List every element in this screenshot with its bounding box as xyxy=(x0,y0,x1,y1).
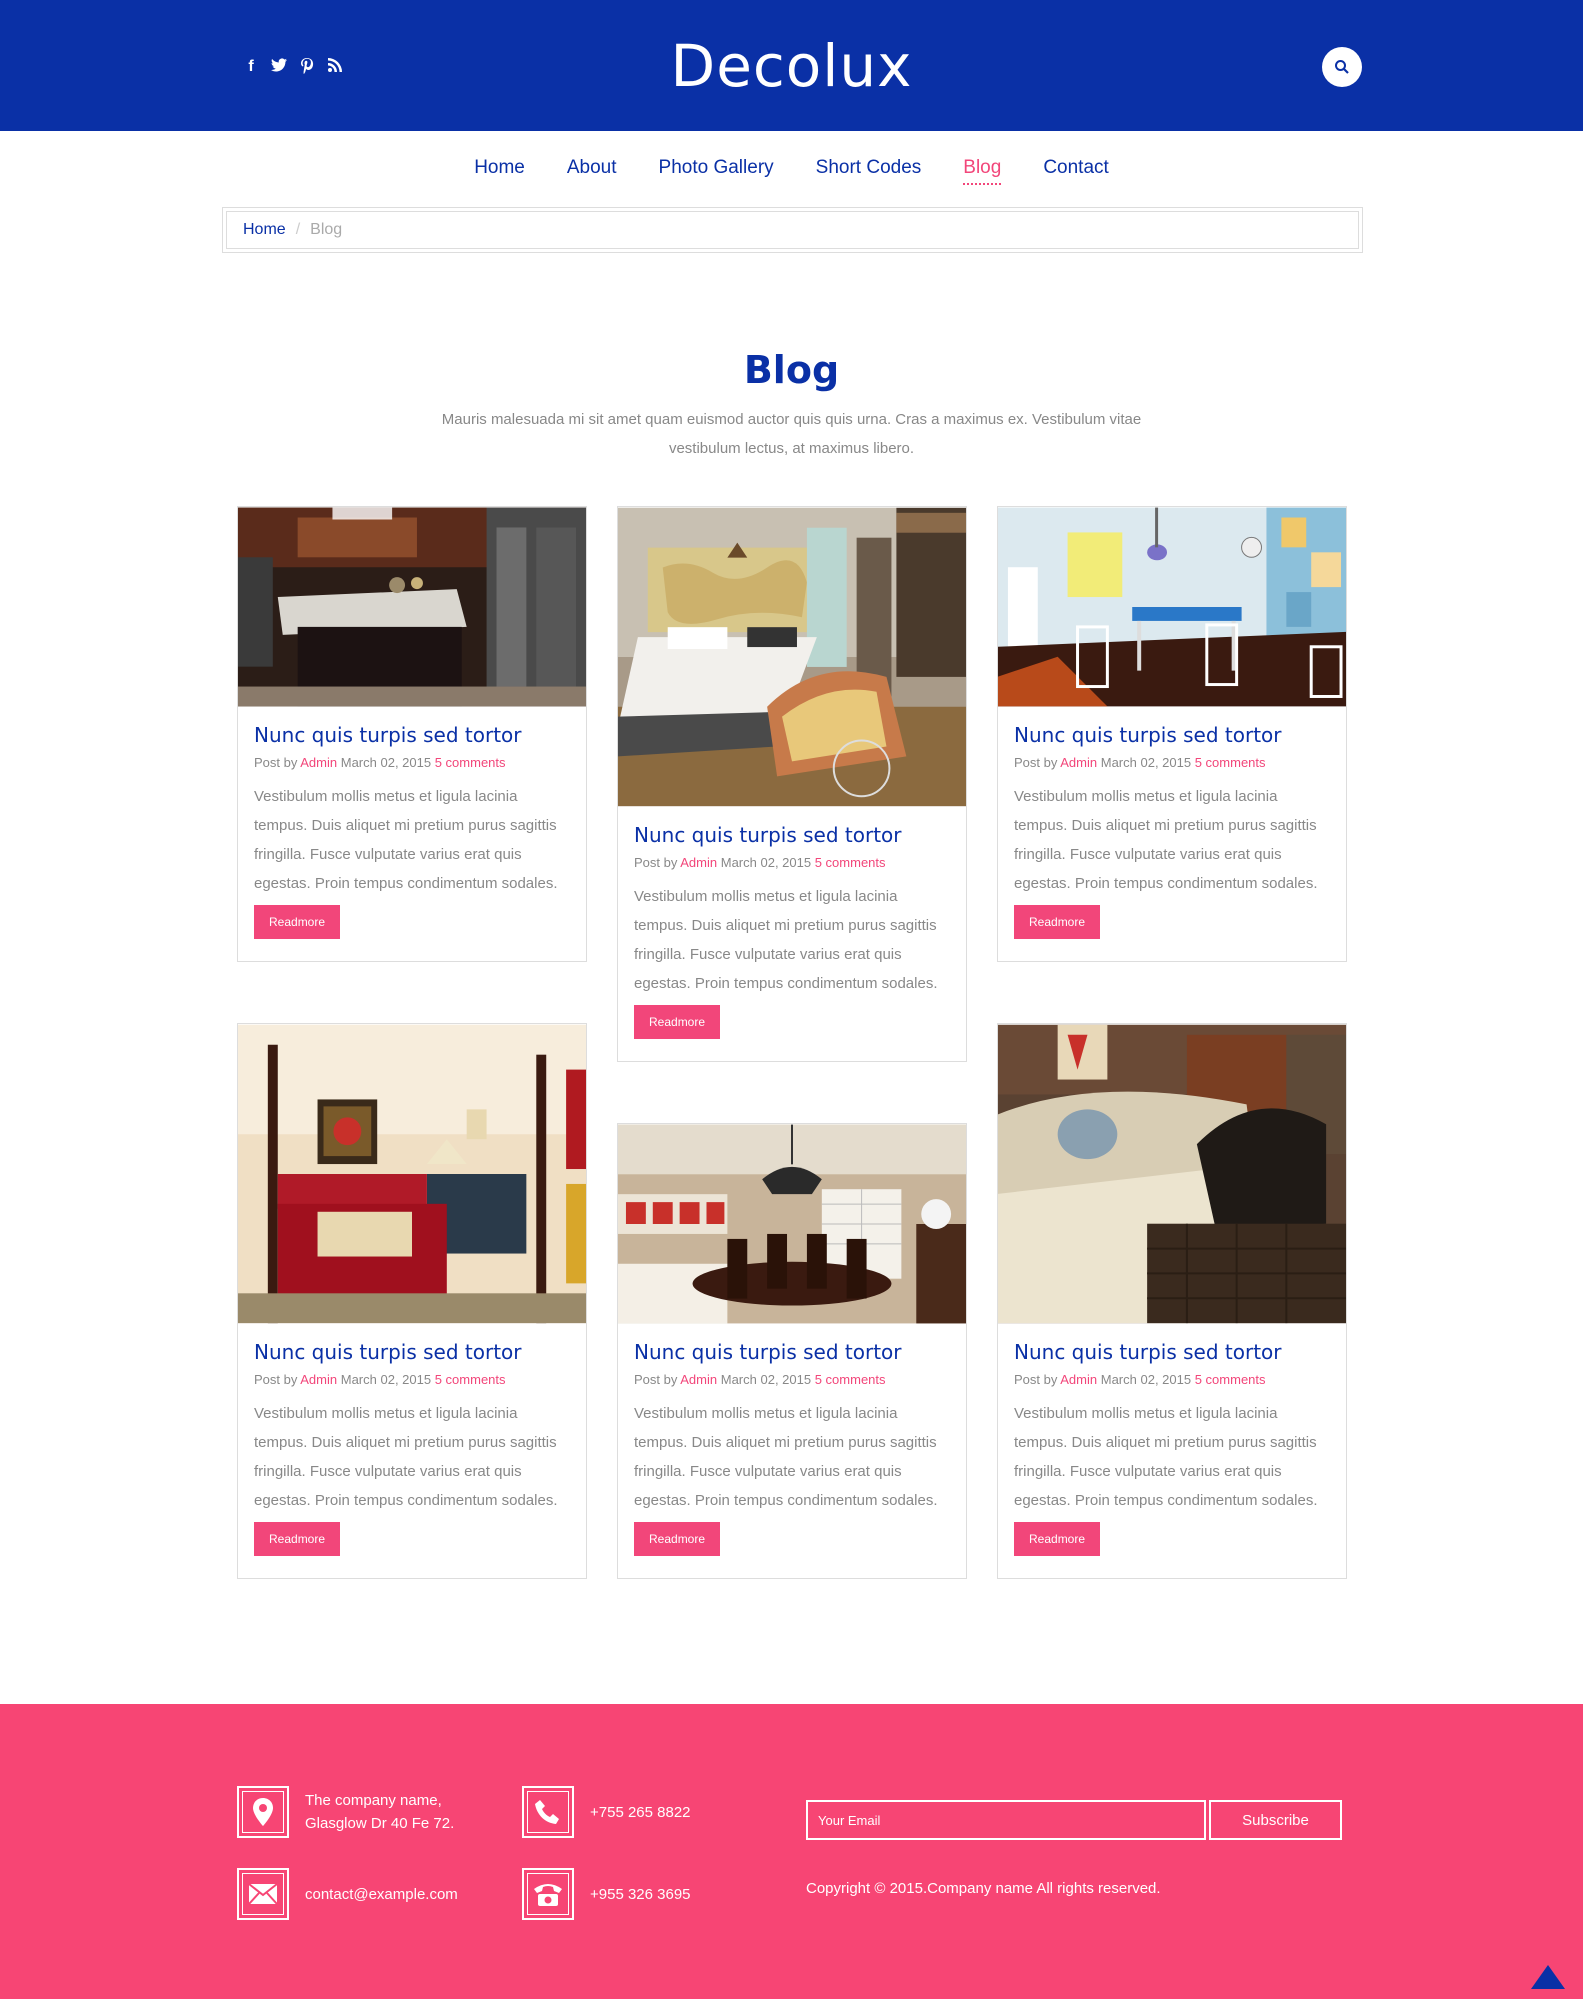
nav-photo-gallery[interactable]: Photo Gallery xyxy=(659,157,774,185)
blog-card: Nunc quis turpis sed tortor Post by Admi… xyxy=(617,506,967,1062)
search-button[interactable] xyxy=(1322,47,1362,87)
post-title[interactable]: Nunc quis turpis sed tortor xyxy=(634,1340,950,1364)
red-bedroom-photo xyxy=(238,1024,586,1324)
post-date: March 02, 2015 xyxy=(1100,1372,1192,1387)
page-subtitle: Mauris malesuada mi sit amet quam euismo… xyxy=(441,411,1142,457)
readmore-button[interactable]: Readmore xyxy=(1014,905,1101,939)
phone-1-text[interactable]: +755 265 8822 xyxy=(590,1801,691,1824)
footer-phone-2: +955 326 3695 xyxy=(522,1868,691,1920)
footer-phone-1: +755 265 8822 xyxy=(522,1786,691,1838)
post-comments[interactable]: 5 comments xyxy=(815,1372,886,1387)
post-meta: Post by Admin March 02, 2015 5 comments xyxy=(1014,755,1266,770)
post-meta: Post by Admin March 02, 2015 5 comments xyxy=(634,1372,886,1387)
readmore-button[interactable]: Readmore xyxy=(254,905,341,939)
newsletter-email-input[interactable]: Your Email xyxy=(806,1800,1206,1840)
post-date: March 02, 2015 xyxy=(340,755,432,770)
post-date: March 02, 2015 xyxy=(720,855,812,870)
telephone-icon xyxy=(522,1868,574,1920)
blog-card: Nunc quis turpis sed tortor Post by Admi… xyxy=(997,506,1347,962)
phone-2-text[interactable]: +955 326 3695 xyxy=(590,1883,691,1906)
readmore-button[interactable]: Readmore xyxy=(254,1522,341,1556)
post-date: March 02, 2015 xyxy=(1100,755,1192,770)
blog-card: Nunc quis turpis sed tortor Post by Admi… xyxy=(617,1123,967,1579)
nav-short-codes[interactable]: Short Codes xyxy=(816,157,922,185)
nav-contact[interactable]: Contact xyxy=(1043,157,1108,185)
post-comments[interactable]: 5 comments xyxy=(435,755,506,770)
nav-about[interactable]: About xyxy=(567,157,617,185)
main-nav: Home About Photo Gallery Short Codes Blo… xyxy=(0,157,1583,185)
dining-room-chandelier-photo xyxy=(618,1124,966,1324)
post-date: March 02, 2015 xyxy=(340,1372,432,1387)
breadcrumb: Home / Blog xyxy=(222,207,1363,253)
post-author[interactable]: Admin xyxy=(680,1372,717,1387)
top-header: f Decolux xyxy=(0,0,1583,131)
blog-card: Nunc quis turpis sed tortor Post by Admi… xyxy=(997,1023,1347,1579)
post-meta: Post by Admin March 02, 2015 5 comments xyxy=(634,855,886,870)
nav-home[interactable]: Home xyxy=(474,157,525,185)
post-title[interactable]: Nunc quis turpis sed tortor xyxy=(634,823,950,847)
blog-card: Nunc quis turpis sed tortor Post by Admi… xyxy=(237,1023,587,1579)
post-meta: Post by Admin March 02, 2015 5 comments xyxy=(1014,1372,1266,1387)
post-title[interactable]: Nunc quis turpis sed tortor xyxy=(254,1340,570,1364)
post-author[interactable]: Admin xyxy=(680,855,717,870)
post-title[interactable]: Nunc quis turpis sed tortor xyxy=(254,723,570,747)
post-author[interactable]: Admin xyxy=(300,755,337,770)
map-pin-icon xyxy=(237,1786,289,1838)
cream-sofa-photo xyxy=(998,1024,1346,1324)
search-icon xyxy=(1335,60,1349,74)
readmore-button[interactable]: Readmore xyxy=(634,1522,721,1556)
blog-card: Nunc quis turpis sed tortor Post by Admi… xyxy=(237,506,587,962)
post-excerpt: Vestibulum mollis metus et ligula lacini… xyxy=(1014,788,1318,892)
envelope-icon xyxy=(237,1868,289,1920)
address-line-2: Glasglow Dr 40 Fe 72. xyxy=(305,1815,455,1832)
post-excerpt: Vestibulum mollis metus et ligula lacini… xyxy=(1014,1405,1318,1509)
address-line-1: The company name, xyxy=(305,1792,442,1809)
page-title: Blog xyxy=(743,348,840,392)
post-meta: Post by Admin March 02, 2015 5 comments xyxy=(254,755,506,770)
post-comments[interactable]: 5 comments xyxy=(435,1372,506,1387)
post-author[interactable]: Admin xyxy=(1060,755,1097,770)
footer-email: contact@example.com xyxy=(237,1868,458,1920)
post-author[interactable]: Admin xyxy=(300,1372,337,1387)
post-comments[interactable]: 5 comments xyxy=(815,855,886,870)
footer-address: The company name, Glasglow Dr 40 Fe 72. xyxy=(237,1786,454,1838)
post-meta: Post by Admin March 02, 2015 5 comments xyxy=(254,1372,506,1387)
phone-icon xyxy=(522,1786,574,1838)
readmore-button[interactable]: Readmore xyxy=(634,1005,721,1039)
blue-dining-room-photo xyxy=(998,507,1346,707)
kitchen-photo xyxy=(238,507,586,707)
post-title[interactable]: Nunc quis turpis sed tortor xyxy=(1014,723,1330,747)
post-comments[interactable]: 5 comments xyxy=(1195,1372,1266,1387)
email-text[interactable]: contact@example.com xyxy=(305,1883,458,1906)
subscribe-button[interactable]: Subscribe xyxy=(1209,1800,1342,1840)
bedroom-world-map-photo xyxy=(618,507,966,807)
nav-blog[interactable]: Blog xyxy=(963,157,1002,185)
post-title[interactable]: Nunc quis turpis sed tortor xyxy=(1014,1340,1330,1364)
copyright: Copyright © 2015.Company name All rights… xyxy=(806,1880,1161,1897)
readmore-button[interactable]: Readmore xyxy=(1014,1522,1101,1556)
breadcrumb-home[interactable]: Home xyxy=(243,221,286,239)
post-excerpt: Vestibulum mollis metus et ligula lacini… xyxy=(634,1405,938,1509)
post-date: March 02, 2015 xyxy=(720,1372,812,1387)
breadcrumb-separator: / xyxy=(295,221,301,238)
post-excerpt: Vestibulum mollis metus et ligula lacini… xyxy=(254,788,558,892)
post-comments[interactable]: 5 comments xyxy=(1195,755,1266,770)
footer xyxy=(0,1704,1583,1999)
breadcrumb-current: Blog xyxy=(310,221,343,238)
post-author[interactable]: Admin xyxy=(1060,1372,1097,1387)
post-excerpt: Vestibulum mollis metus et ligula lacini… xyxy=(634,888,938,992)
post-excerpt: Vestibulum mollis metus et ligula lacini… xyxy=(254,1405,558,1509)
back-to-top-icon[interactable] xyxy=(1531,1965,1565,1989)
